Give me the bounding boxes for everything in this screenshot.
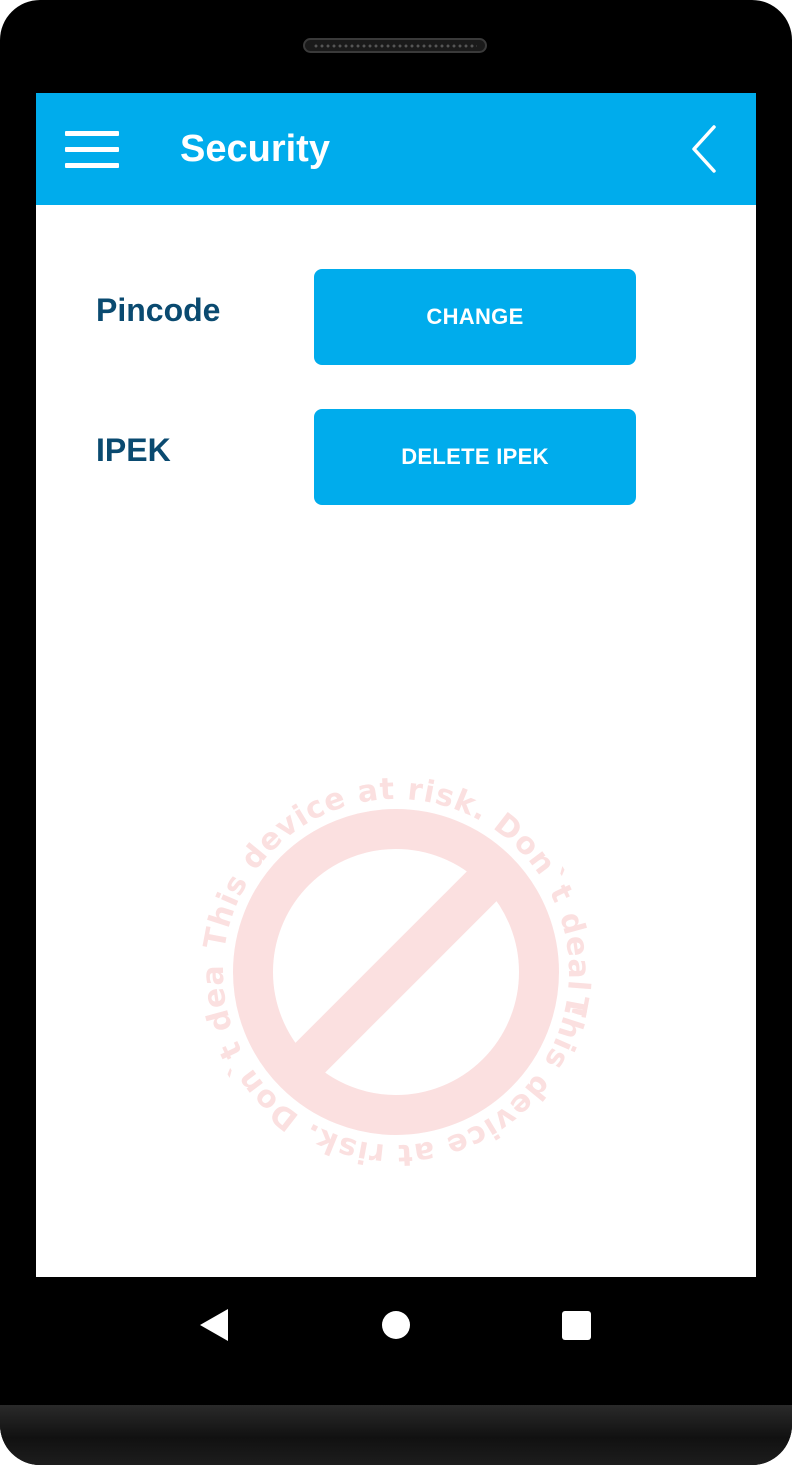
prohibited-icon: This device at risk. Don`t deal ! This d… bbox=[179, 735, 595, 1172]
phone-bottom-bezel bbox=[0, 1405, 792, 1465]
triangle-back-icon[interactable] bbox=[199, 1308, 229, 1342]
ipek-label: IPEK bbox=[96, 432, 171, 468]
phone-speaker bbox=[303, 38, 487, 53]
app-bar: Security bbox=[36, 93, 756, 205]
phone-frame: Security Pincode CHANGE IPEK DELETE IPEK… bbox=[0, 0, 792, 1465]
square-recents-icon[interactable] bbox=[562, 1311, 591, 1340]
device-risk-watermark: This device at risk. Don`t deal ! This d… bbox=[179, 735, 606, 1182]
delete-ipek-button[interactable]: DELETE IPEK bbox=[314, 409, 636, 505]
pincode-label: Pincode bbox=[96, 292, 221, 328]
page-title: Security bbox=[180, 128, 330, 170]
android-navigation-bar bbox=[0, 1277, 792, 1405]
app-screen: Security Pincode CHANGE IPEK DELETE IPEK… bbox=[36, 93, 756, 1277]
chevron-left-icon[interactable] bbox=[684, 123, 726, 175]
circle-home-icon[interactable] bbox=[382, 1311, 410, 1339]
change-pincode-button[interactable]: CHANGE bbox=[314, 269, 636, 365]
hamburger-menu-icon[interactable] bbox=[58, 123, 124, 175]
